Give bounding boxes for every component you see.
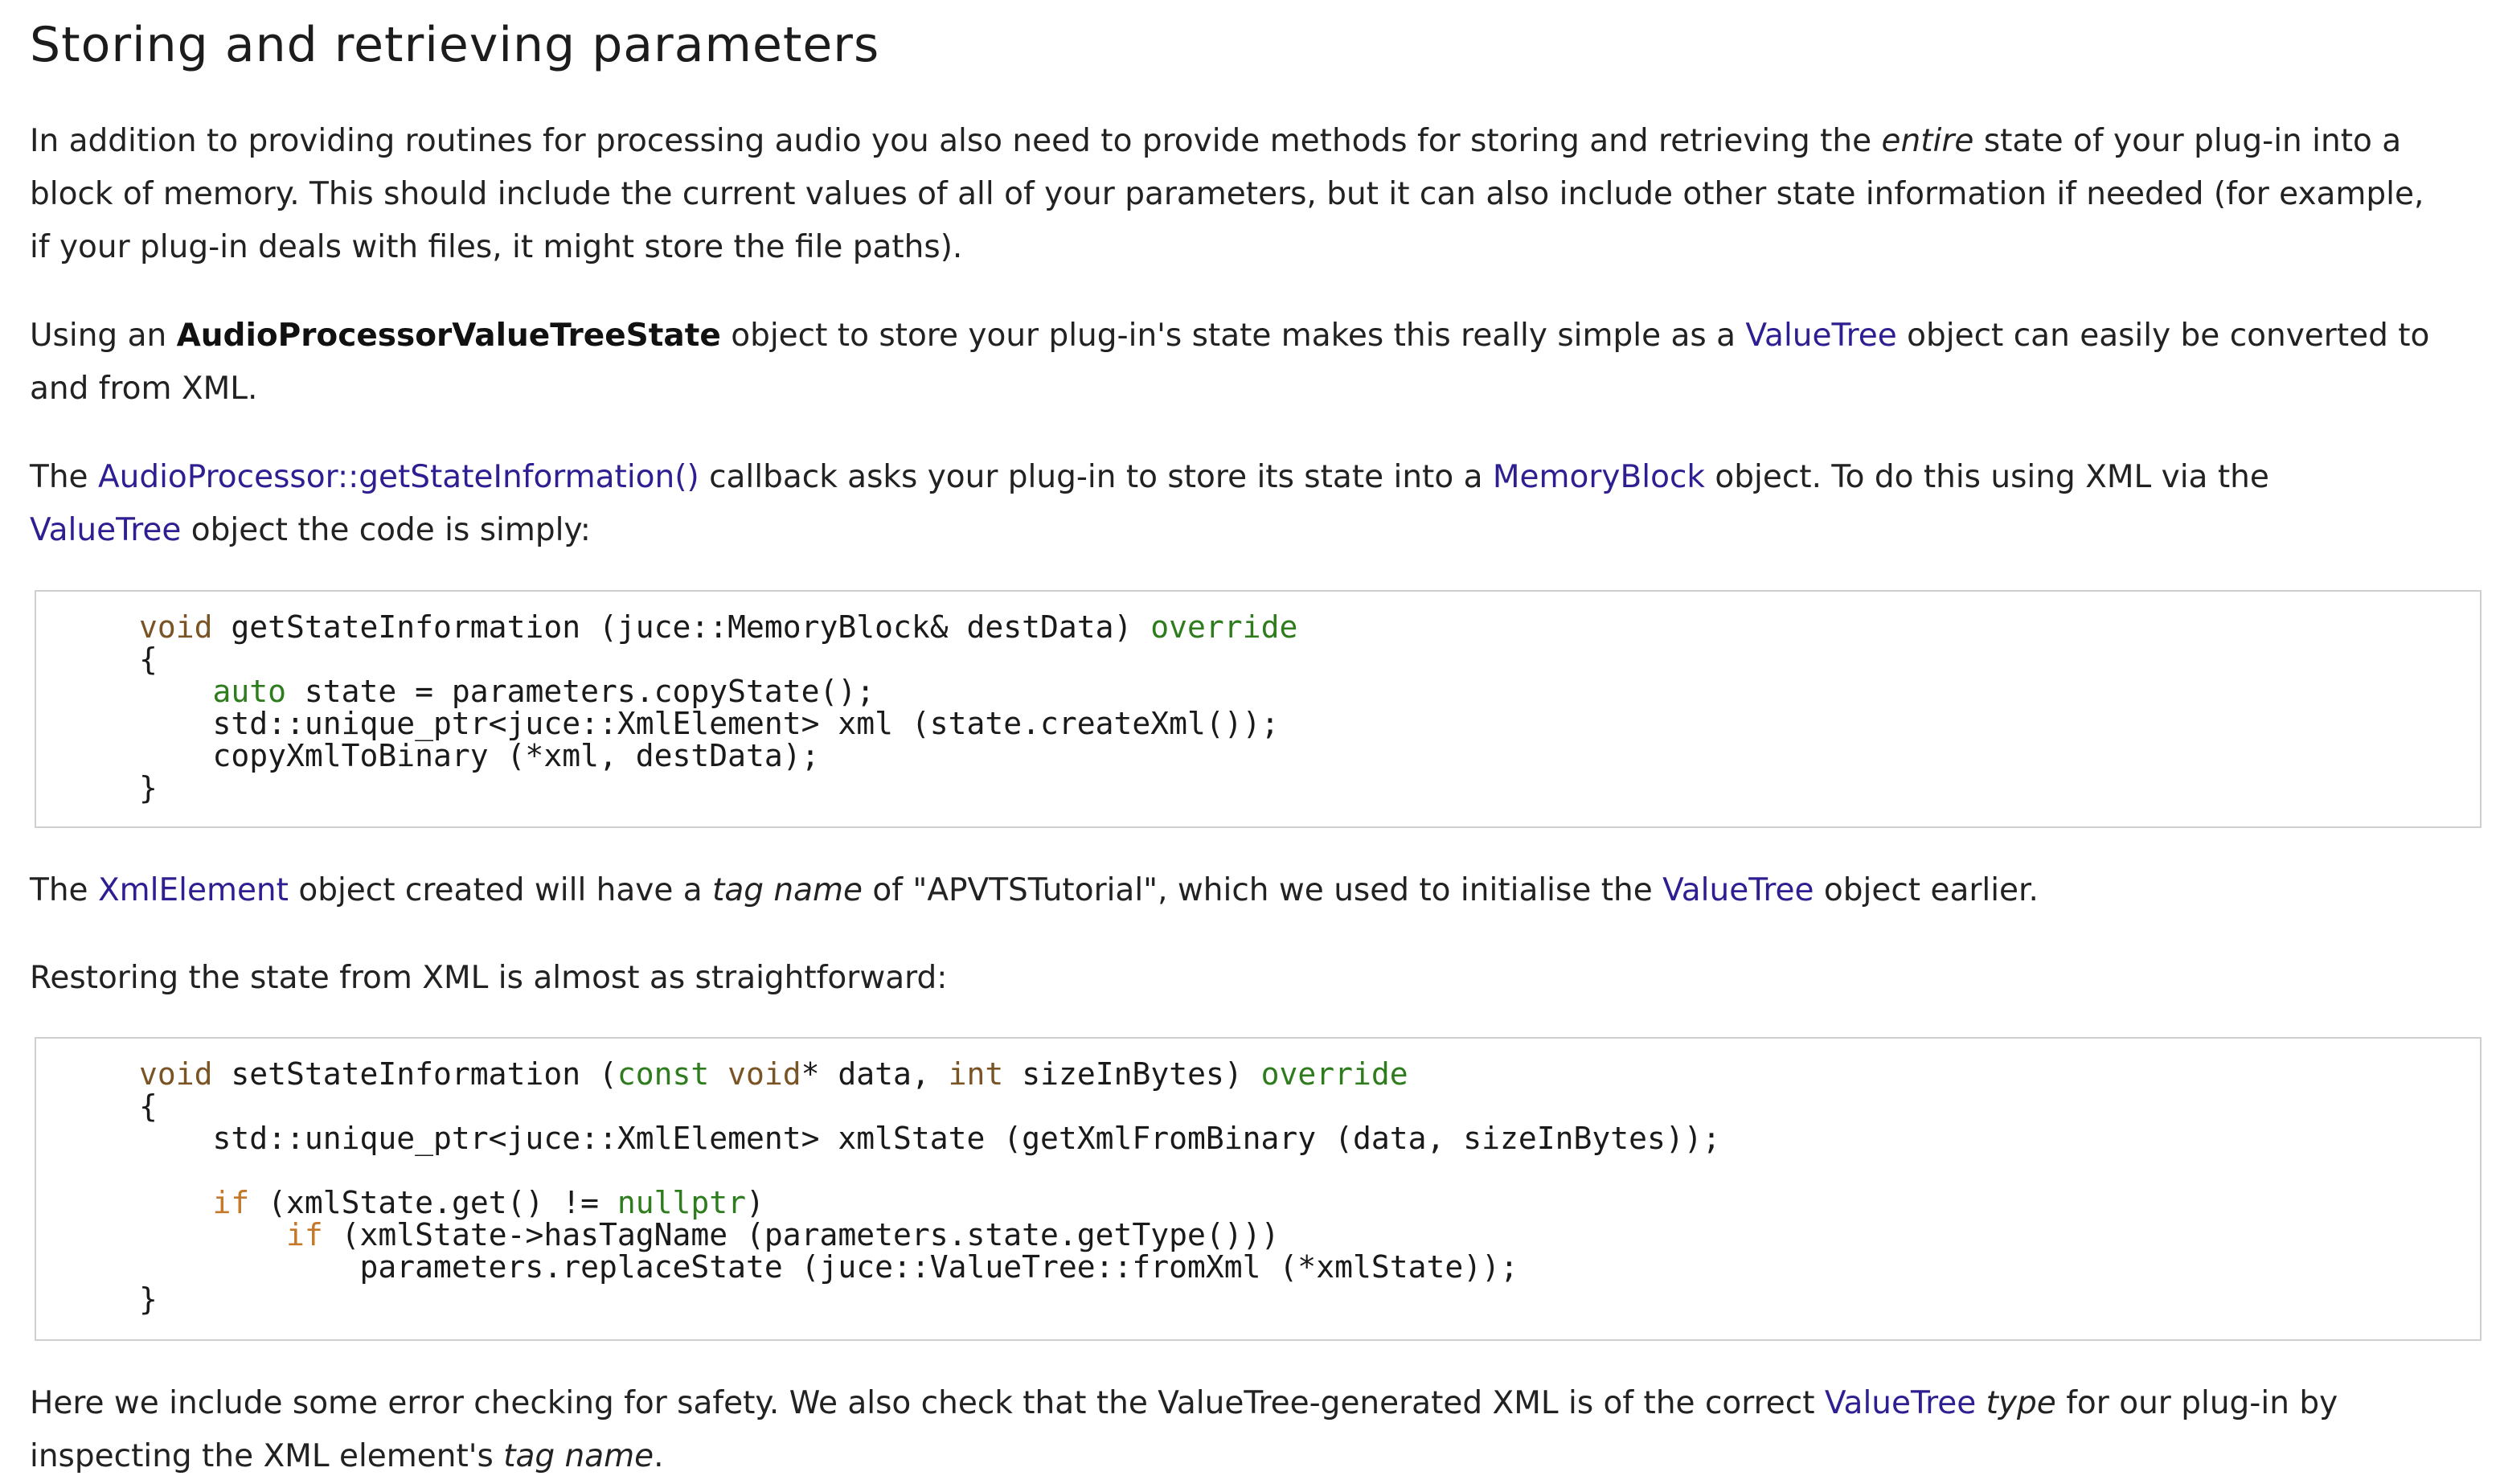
code-line: { [139, 1088, 158, 1124]
code-line: } [139, 770, 158, 806]
code-block-get-state: void getStateInformation (juce::MemoryBl… [35, 590, 2482, 828]
code-line: std::unique_ptr<juce::XmlElement> xmlSta… [139, 1121, 1721, 1156]
code-line: auto state = parameters.copyState(); [212, 674, 875, 709]
code-line: void getStateInformation (juce::MemoryBl… [139, 609, 1298, 645]
memoryblock-link[interactable]: MemoryBlock [1493, 459, 1705, 495]
valuetree-link-3[interactable]: ValueTree [1662, 872, 1814, 908]
paragraph-apvts-line-1: Using an AudioProcessorValueTreeState ob… [30, 318, 2430, 354]
paragraph-restoring: Restoring the state from XML is almost a… [30, 960, 948, 996]
paragraph-getstate-line-2: ValueTree object the code is simply: [30, 512, 591, 548]
xmlelement-link[interactable]: XmlElement [98, 872, 289, 908]
paragraph-intro-line-3: if your plug-in deals with files, it mig… [30, 229, 963, 265]
valuetree-link-2[interactable]: ValueTree [30, 512, 181, 548]
page-title: Storing and retrieving parameters [30, 17, 880, 73]
code-line: if (xmlState.get() != nullptr) [212, 1185, 764, 1220]
apvts-class-name: AudioProcessorValueTreeState [176, 318, 721, 354]
code-block-set-state: void setStateInformation (const void* da… [35, 1037, 2482, 1341]
code-line: } [139, 1281, 158, 1317]
paragraph-getstate-line-1: The AudioProcessor::getStateInformation(… [30, 459, 2269, 495]
paragraph-apvts-line-2: and from XML. [30, 371, 258, 407]
valuetree-link[interactable]: ValueTree [1745, 318, 1896, 354]
paragraph-xmlelement: The XmlElement object created will have … [30, 872, 2039, 908]
code-line: { [139, 642, 158, 677]
valuetree-link-4[interactable]: ValueTree [1825, 1385, 1976, 1421]
paragraph-error-checking-line-2: inspecting the XML element's tag name. [30, 1438, 664, 1474]
paragraph-error-checking-line-1: Here we include some error checking for … [30, 1385, 2338, 1421]
getstateinformation-link[interactable]: AudioProcessor::getStateInformation() [98, 459, 699, 495]
code-line: copyXmlToBinary (*xml, destData); [139, 738, 820, 773]
code-line: void setStateInformation (const void* da… [139, 1056, 1408, 1092]
paragraph-intro-line-2: block of memory. This should include the… [30, 176, 2424, 212]
code-line: std::unique_ptr<juce::XmlElement> xml (s… [139, 706, 1280, 741]
code-line: parameters.replaceState (juce::ValueTree… [139, 1249, 1518, 1285]
code-line: if (xmlState->hasTagName (parameters.sta… [286, 1217, 1280, 1252]
paragraph-intro-line-1: In addition to providing routines for pr… [30, 123, 2402, 159]
